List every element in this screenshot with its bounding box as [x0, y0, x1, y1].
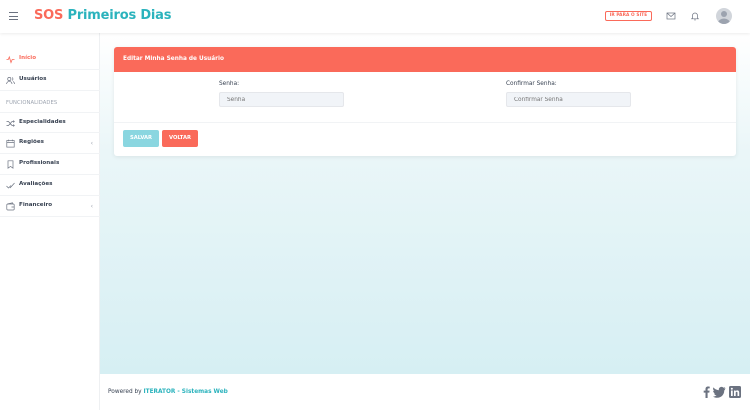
- sidebar-item-label: Financeiro: [19, 202, 53, 208]
- sidebar-item-label: Avaliações: [19, 181, 53, 187]
- back-button[interactable]: VOLTAR: [162, 130, 198, 147]
- top-header: SOS Primeiros Dias IR PARA O SITE: [0, 0, 750, 33]
- activity-icon: [6, 55, 15, 64]
- shuffle-icon: [6, 120, 15, 127]
- sidebar-item-profissionais[interactable]: Profissionais: [0, 154, 100, 175]
- password-form-card: Editar Minha Senha de Usuário Senha: Con…: [114, 47, 736, 156]
- calendar-icon: [6, 139, 15, 148]
- chevron-left-icon: ‹: [90, 140, 93, 147]
- chevron-left-icon: ‹: [90, 203, 93, 210]
- brand-part-2: Primeiros Dias: [67, 8, 172, 23]
- sidebar-item-label: Especialidades: [19, 119, 66, 125]
- sidebar-item-avaliacoes[interactable]: Avaliações: [0, 175, 100, 196]
- check-icon: [6, 182, 15, 189]
- avatar[interactable]: [716, 8, 732, 24]
- sidebar-item-label: Usuários: [19, 76, 47, 82]
- mail-icon[interactable]: [666, 11, 676, 21]
- go-to-site-button[interactable]: IR PARA O SITE: [605, 11, 652, 21]
- footer-credit: Powered by ITERATOR - Sistemas Web: [108, 389, 228, 395]
- menu-icon[interactable]: [9, 12, 18, 20]
- password-field[interactable]: [219, 92, 344, 107]
- sidebar-item-label: Regiões: [19, 139, 44, 145]
- sidebar-item-regioes[interactable]: Regiões ‹: [0, 133, 100, 154]
- company-link[interactable]: ITERATOR - Sistemas Web: [143, 389, 227, 395]
- page-title: Editar Minha Senha de Usuário: [123, 56, 225, 62]
- confirm-password-label: Confirmar Senha:: [506, 81, 557, 87]
- sidebar-item-inicio[interactable]: Início: [0, 49, 100, 70]
- wallet-icon: [6, 202, 15, 211]
- password-label: Senha:: [219, 81, 240, 87]
- bookmark-icon: [7, 160, 14, 169]
- save-button[interactable]: SALVAR: [123, 130, 159, 147]
- sidebar: Início Usuários FUNCIONALIDADES Especial…: [0, 33, 100, 410]
- brand-logo[interactable]: SOS Primeiros Dias: [34, 8, 171, 23]
- twitter-icon[interactable]: [713, 386, 726, 398]
- sidebar-item-usuarios[interactable]: Usuários: [0, 70, 100, 91]
- sidebar-item-label: Profissionais: [19, 160, 60, 166]
- sidebar-item-especialidades[interactable]: Especialidades: [0, 112, 100, 133]
- linkedin-icon[interactable]: [729, 386, 741, 398]
- bell-icon[interactable]: [690, 11, 700, 21]
- footer: Powered by ITERATOR - Sistemas Web: [100, 374, 750, 410]
- sidebar-item-label: Início: [19, 55, 37, 61]
- divider: [114, 122, 736, 123]
- brand-part-1: SOS: [34, 8, 64, 23]
- card-header: Editar Minha Senha de Usuário: [114, 47, 736, 72]
- user-avatar-icon: [718, 11, 730, 24]
- sidebar-item-financeiro[interactable]: Financeiro ‹: [0, 196, 100, 217]
- sidebar-section-title: FUNCIONALIDADES: [6, 100, 58, 106]
- facebook-icon[interactable]: [703, 386, 710, 398]
- confirm-password-field[interactable]: [506, 92, 631, 107]
- users-icon: [6, 77, 15, 85]
- footer-powered-text: Powered by: [108, 389, 142, 395]
